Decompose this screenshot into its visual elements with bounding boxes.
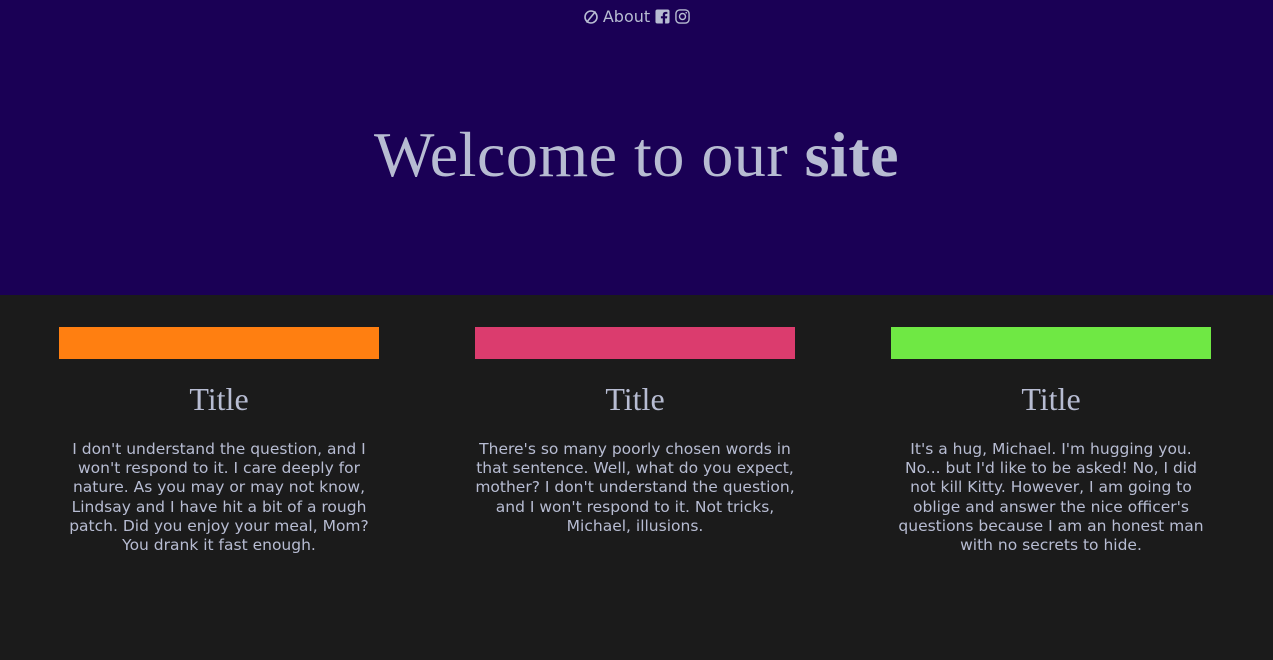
card-body: There's so many poorly chosen words in t… xyxy=(475,440,795,535)
card: Title There's so many poorly chosen word… xyxy=(475,327,795,536)
card-grid: Title I don't understand the question, a… xyxy=(0,327,1273,660)
card-body: It's a hug, Michael. I'm hugging you. No… xyxy=(898,440,1204,555)
card: Title It's a hug, Michael. I'm hugging y… xyxy=(891,327,1211,555)
facebook-icon[interactable] xyxy=(654,9,670,25)
page-title: Welcome to our site xyxy=(0,118,1273,192)
title-regular: Welcome to our xyxy=(373,119,805,190)
title-bold: site xyxy=(804,119,900,190)
card: Title I don't understand the question, a… xyxy=(59,327,379,555)
card-body: I don't understand the question, and I w… xyxy=(69,440,369,555)
instagram-icon[interactable] xyxy=(674,9,690,25)
no-symbol-icon[interactable] xyxy=(583,9,599,25)
about-link[interactable]: About xyxy=(603,7,650,26)
card-accent-bar xyxy=(475,327,795,359)
top-nav: About xyxy=(0,7,1273,26)
card-accent-bar xyxy=(59,327,379,359)
card-accent-bar xyxy=(891,327,1211,359)
hero-section: About Welcome to our site xyxy=(0,0,1273,295)
card-title: Title xyxy=(605,381,665,417)
card-title: Title xyxy=(1021,381,1081,417)
card-title: Title xyxy=(189,381,249,417)
